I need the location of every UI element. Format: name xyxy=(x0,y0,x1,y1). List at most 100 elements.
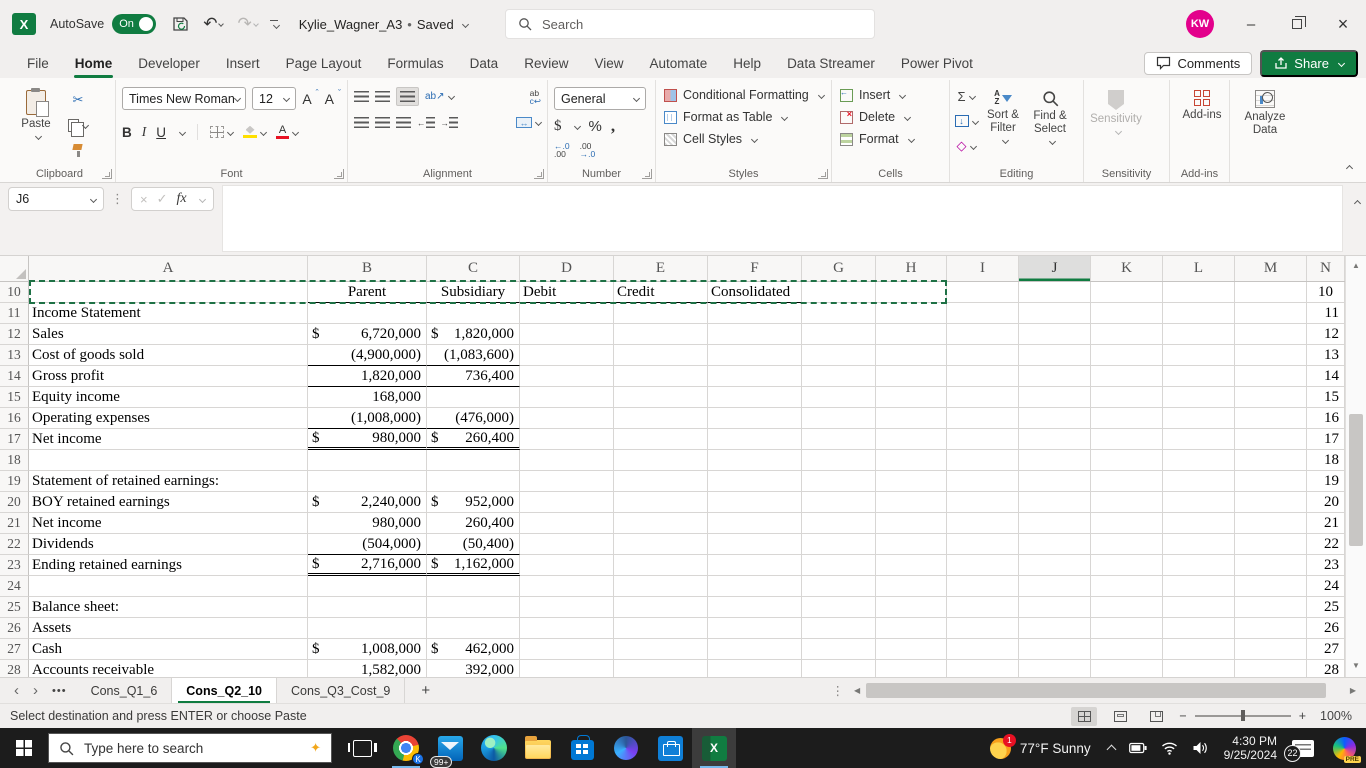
cell-M18[interactable] xyxy=(1235,450,1307,471)
cell-F17[interactable] xyxy=(708,429,802,450)
row-header-21[interactable]: 21 xyxy=(0,513,29,534)
cell-L20[interactable] xyxy=(1163,492,1235,513)
cell-G21[interactable] xyxy=(802,513,876,534)
cell-M24[interactable] xyxy=(1235,576,1307,597)
cell-H14[interactable] xyxy=(876,366,947,387)
cell-M11[interactable] xyxy=(1235,303,1307,324)
scroll-up-icon[interactable]: ▲ xyxy=(1352,256,1360,275)
cell-J22[interactable] xyxy=(1019,534,1091,555)
cell-F11[interactable] xyxy=(708,303,802,324)
cell-E21[interactable] xyxy=(614,513,708,534)
cell-M10[interactable] xyxy=(1235,282,1307,303)
cell-D11[interactable] xyxy=(520,303,614,324)
cell-G28[interactable] xyxy=(802,660,876,677)
cell-D19[interactable] xyxy=(520,471,614,492)
cell-F26[interactable] xyxy=(708,618,802,639)
scroll-right-icon[interactable]: ▶ xyxy=(1346,686,1360,695)
cell-A24[interactable] xyxy=(29,576,308,597)
cell-K19[interactable] xyxy=(1091,471,1163,492)
cell-D17[interactable] xyxy=(520,429,614,450)
cell-F23[interactable] xyxy=(708,555,802,576)
redo-button[interactable]: ↷ xyxy=(237,14,259,34)
fill-color-button[interactable] xyxy=(243,125,268,139)
cell-H16[interactable] xyxy=(876,408,947,429)
tab-scroll-splitter[interactable]: ⋮ xyxy=(826,678,851,703)
cell-K14[interactable] xyxy=(1091,366,1163,387)
cell-D27[interactable] xyxy=(520,639,614,660)
close-button[interactable]: × xyxy=(1320,0,1366,48)
cell-F24[interactable] xyxy=(708,576,802,597)
tray-expand-button[interactable] xyxy=(1101,728,1122,768)
row-header-23[interactable]: 23 xyxy=(0,555,29,576)
cell-A11[interactable]: Income Statement xyxy=(29,303,308,324)
cell-C13[interactable]: (1,083,600) xyxy=(427,345,520,366)
horizontal-scrollbar-thumb[interactable] xyxy=(866,683,1327,698)
cell-F27[interactable] xyxy=(708,639,802,660)
save-button[interactable] xyxy=(172,16,189,32)
cell-C22[interactable]: (50,400) xyxy=(427,534,520,555)
cell-E23[interactable] xyxy=(614,555,708,576)
cell-A27[interactable]: Cash xyxy=(29,639,308,660)
cell-A12[interactable]: Sales xyxy=(29,324,308,345)
select-all-corner[interactable] xyxy=(0,256,29,281)
formula-input[interactable] xyxy=(222,185,1343,252)
vertical-scrollbar-thumb[interactable] xyxy=(1349,414,1363,546)
cell-D10[interactable]: Debit xyxy=(520,282,614,303)
taskbar-toolbox-app[interactable] xyxy=(648,728,692,768)
cell-H24[interactable] xyxy=(876,576,947,597)
cell-H13[interactable] xyxy=(876,345,947,366)
cell-D22[interactable] xyxy=(520,534,614,555)
row-header-10[interactable]: 10 xyxy=(0,282,29,303)
row-header-12[interactable]: 12 xyxy=(0,324,29,345)
cell-L12[interactable] xyxy=(1163,324,1235,345)
cell-C12[interactable]: $1,820,000 xyxy=(427,324,520,345)
cell-C19[interactable] xyxy=(427,471,520,492)
cell-M21[interactable] xyxy=(1235,513,1307,534)
enter-button[interactable]: ✓ xyxy=(157,191,168,207)
increase-indent-button[interactable]: → xyxy=(441,117,458,128)
cell-H10[interactable] xyxy=(876,282,947,303)
cell-K24[interactable] xyxy=(1091,576,1163,597)
column-header-L[interactable]: L xyxy=(1163,256,1235,281)
minimize-button[interactable]: – xyxy=(1228,0,1274,48)
cell-N21[interactable]: 21 xyxy=(1307,513,1345,534)
row-header-19[interactable]: 19 xyxy=(0,471,29,492)
cell-I26[interactable] xyxy=(947,618,1019,639)
copy-button[interactable] xyxy=(66,115,90,137)
cell-N18[interactable]: 18 xyxy=(1307,450,1345,471)
row-header-11[interactable]: 11 xyxy=(0,303,29,324)
cell-I14[interactable] xyxy=(947,366,1019,387)
top-align-button[interactable] xyxy=(354,91,369,102)
cell-G26[interactable] xyxy=(802,618,876,639)
cell-D20[interactable] xyxy=(520,492,614,513)
page-layout-view-button[interactable] xyxy=(1107,707,1133,726)
format-cells-button[interactable]: Format xyxy=(840,132,941,146)
align-right-button[interactable] xyxy=(396,117,411,128)
cell-J20[interactable] xyxy=(1019,492,1091,513)
cell-A10[interactable] xyxy=(29,282,308,303)
start-button[interactable] xyxy=(0,728,48,768)
normal-view-button[interactable] xyxy=(1071,706,1098,726)
cell-G24[interactable] xyxy=(802,576,876,597)
cell-F28[interactable] xyxy=(708,660,802,677)
cell-H19[interactable] xyxy=(876,471,947,492)
cell-B17[interactable]: $980,000 xyxy=(308,429,427,450)
ribbon-tab-home[interactable]: Home xyxy=(62,48,126,78)
cell-C14[interactable]: 736,400 xyxy=(427,366,520,387)
ribbon-tab-file[interactable]: File xyxy=(14,48,62,78)
clear-button[interactable]: ◇ xyxy=(954,136,978,156)
cell-B28[interactable]: 1,582,000 xyxy=(308,660,427,677)
cell-E22[interactable] xyxy=(614,534,708,555)
cell-N14[interactable]: 14 xyxy=(1307,366,1345,387)
row-header-17[interactable]: 17 xyxy=(0,429,29,450)
fill-button[interactable]: ↓ xyxy=(954,111,979,131)
cell-E28[interactable] xyxy=(614,660,708,677)
format-painter-button[interactable] xyxy=(66,140,90,160)
cell-K11[interactable] xyxy=(1091,303,1163,324)
next-sheet-button[interactable]: › xyxy=(33,682,38,699)
cell-M19[interactable] xyxy=(1235,471,1307,492)
column-header-I[interactable]: I xyxy=(947,256,1019,281)
ribbon-tab-formulas[interactable]: Formulas xyxy=(374,48,456,78)
column-header-B[interactable]: B xyxy=(308,256,427,281)
cell-I17[interactable] xyxy=(947,429,1019,450)
